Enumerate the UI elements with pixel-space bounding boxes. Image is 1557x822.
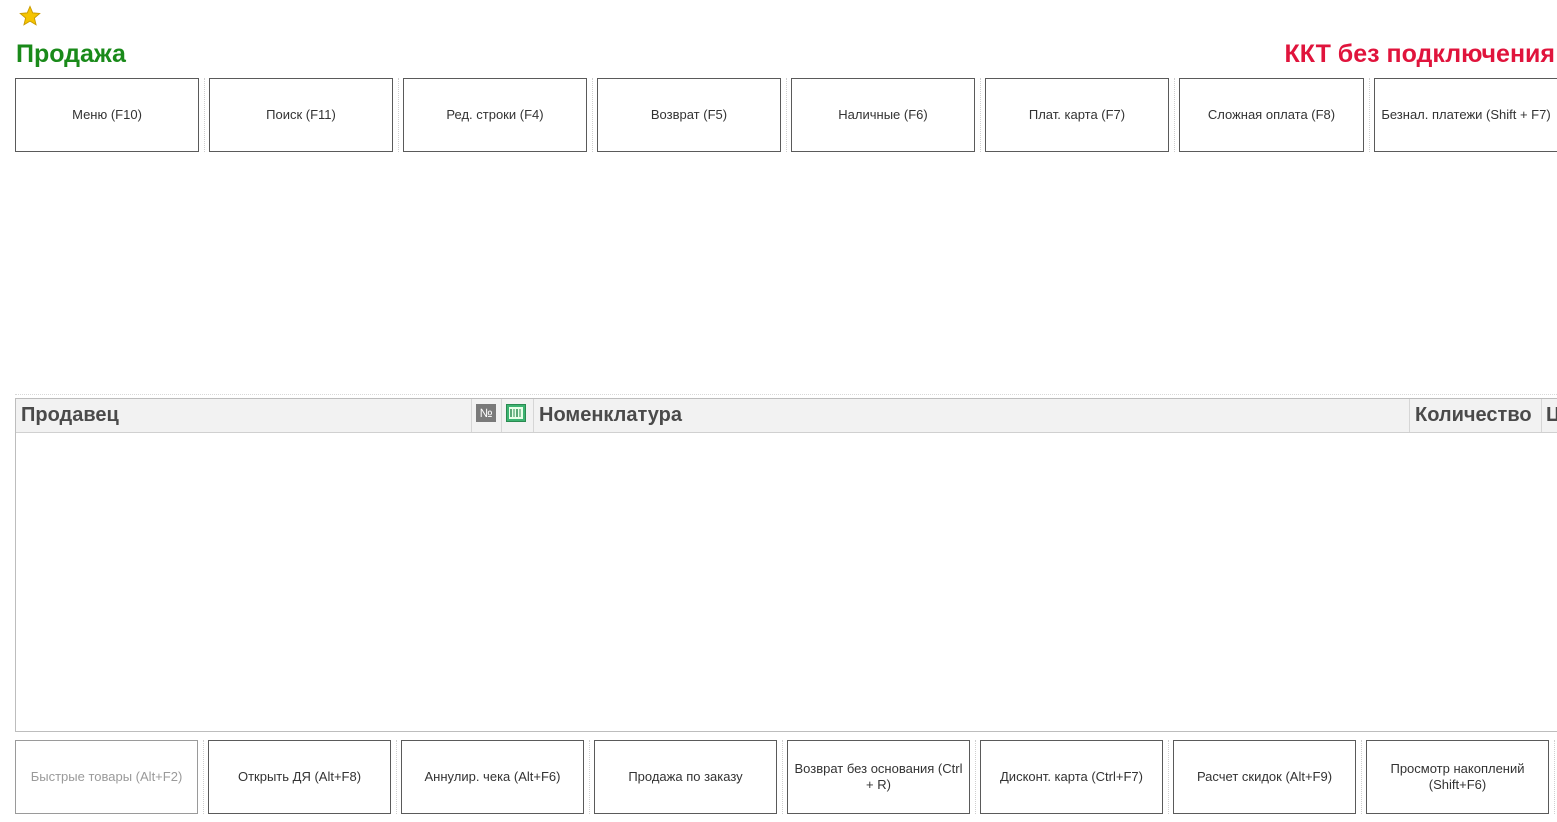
toolbar-separator	[975, 740, 976, 814]
column-header-quantity[interactable]: Количество	[1410, 399, 1542, 432]
open-cash-drawer-button[interactable]: Открыть ДЯ (Alt+F8)	[208, 740, 391, 814]
toolbar-separator	[203, 740, 204, 814]
cancel-receipt-button[interactable]: Аннулир. чека (Alt+F6)	[401, 740, 584, 814]
view-accumulations-button[interactable]: Просмотр накоплений (Shift+F6)	[1366, 740, 1549, 814]
favorite-star-icon[interactable]	[18, 5, 42, 27]
toolbar-separator	[1174, 78, 1175, 152]
marking-icon	[506, 404, 526, 422]
return-without-basis-button[interactable]: Возврат без основания (Ctrl + R)	[787, 740, 970, 814]
number-sign-icon: №	[476, 404, 496, 422]
quick-goods-button[interactable]: Быстрые товары (Alt+F2)	[15, 740, 198, 814]
cash-button[interactable]: Наличные (F6)	[791, 78, 975, 152]
toolbar-separator	[1361, 740, 1362, 814]
toolbar-separator	[396, 740, 397, 814]
calculate-discounts-button[interactable]: Расчет скидок (Alt+F9)	[1173, 740, 1356, 814]
toolbar-separator	[980, 78, 981, 152]
toolbar-separator	[782, 740, 783, 814]
toolbar-separator	[786, 78, 787, 152]
sale-by-order-button[interactable]: Продажа по заказу	[594, 740, 777, 814]
cashless-payments-button[interactable]: Безнал. платежи (Shift + F7)	[1374, 78, 1557, 152]
menu-button[interactable]: Меню (F10)	[15, 78, 199, 152]
sales-table[interactable]: Продавец № Номенклатура Количество Ц	[15, 398, 1557, 732]
column-header-nomenclature[interactable]: Номенклатура	[534, 399, 1410, 432]
toolbar-separator	[204, 78, 205, 152]
column-header-marking[interactable]	[502, 399, 534, 432]
toolbar-separator	[398, 78, 399, 152]
table-header: Продавец № Номенклатура Количество Ц	[16, 399, 1557, 433]
kkt-status-label: ККТ без подключения	[1284, 40, 1555, 68]
toolbar-separator	[592, 78, 593, 152]
section-divider	[15, 394, 1557, 395]
return-button[interactable]: Возврат (F5)	[597, 78, 781, 152]
toolbar-separator	[1168, 740, 1169, 814]
discount-card-button[interactable]: Дисконт. карта (Ctrl+F7)	[980, 740, 1163, 814]
page-title: Продажа	[16, 40, 126, 68]
edit-line-button[interactable]: Ред. строки (F4)	[403, 78, 587, 152]
toolbar-separator	[1554, 740, 1555, 814]
toolbar-separator	[589, 740, 590, 814]
toolbar-separator	[1369, 78, 1370, 152]
column-header-price[interactable]: Ц	[1542, 399, 1557, 432]
search-button[interactable]: Поиск (F11)	[209, 78, 393, 152]
complex-payment-button[interactable]: Сложная оплата (F8)	[1179, 78, 1364, 152]
payment-card-button[interactable]: Плат. карта (F7)	[985, 78, 1169, 152]
column-header-number[interactable]: №	[472, 399, 502, 432]
column-header-seller[interactable]: Продавец	[16, 399, 472, 432]
